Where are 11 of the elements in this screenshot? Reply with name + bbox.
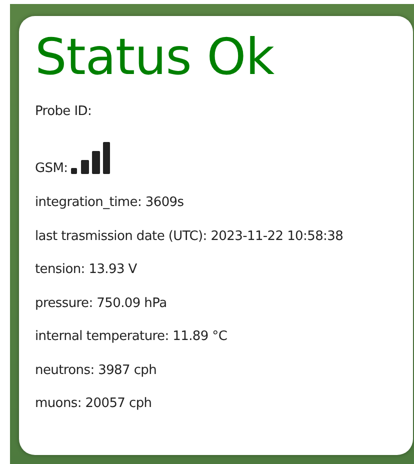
gsm-label: GSM:	[35, 161, 68, 177]
reading-text: internal temperature: 11.89 °C	[35, 329, 228, 345]
reading-text: muons: 20057 cph	[35, 396, 153, 412]
reading-text: last trasmission date (UTC): 2023-11-22 10:58:38	[35, 228, 344, 244]
reading-text: pressure: 750.09 hPa	[35, 296, 168, 312]
signal-bars-icon	[70, 142, 111, 176]
reading-text: neutrons: 3987 cph	[35, 362, 158, 378]
probe-id-label: Probe ID:	[35, 104, 93, 120]
reading-text: tension: 13.93 V	[35, 262, 138, 278]
reading-text: integration_time: 3609s	[35, 195, 185, 211]
status-title: Status Ok	[35, 27, 276, 88]
